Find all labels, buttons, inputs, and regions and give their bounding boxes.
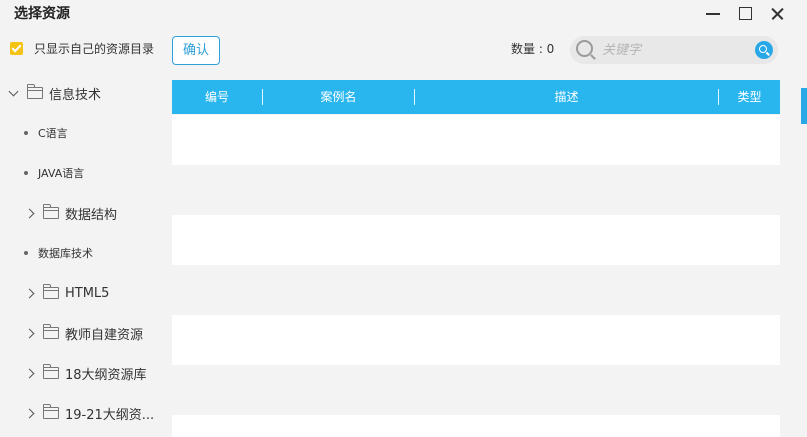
column-header-description[interactable]: 描述 [415, 80, 718, 114]
bullet-icon [24, 131, 28, 135]
resource-count: 数量 : 0 [511, 42, 555, 56]
tree-item-teacher-resources[interactable]: 教师自建资源 [24, 323, 144, 343]
folder-icon [42, 404, 59, 419]
search-box [570, 36, 778, 64]
minimize-icon[interactable] [696, 0, 730, 28]
tree-item-label: C语言 [38, 127, 68, 140]
tree-item-label: 信息技术 [49, 87, 102, 103]
chevron-right-icon[interactable] [24, 208, 35, 218]
chevron-right-icon[interactable] [24, 288, 35, 298]
tree-item-html5[interactable]: HTML5 [24, 283, 110, 303]
tree-item-label: 19-21大纲资... [65, 407, 155, 423]
bullet-icon [24, 171, 28, 175]
chevron-right-icon[interactable] [24, 368, 35, 378]
close-icon[interactable] [760, 0, 794, 28]
search-button-icon[interactable] [755, 41, 773, 59]
folder-icon [26, 84, 43, 99]
table-row [172, 115, 780, 165]
bullet-icon [24, 251, 28, 255]
table-header: 编号 案例名 描述 类型 [172, 80, 780, 114]
tree-item-label: 数据库技术 [38, 247, 93, 260]
side-edge-tab[interactable] [801, 88, 807, 124]
tree-item-java-language[interactable]: JAVA语言 [24, 163, 84, 183]
tree-item-label: 18大纲资源库 [65, 367, 147, 383]
search-input[interactable] [602, 40, 742, 60]
tree-item-c-language[interactable]: C语言 [24, 123, 68, 143]
folder-icon [42, 204, 59, 219]
tree-item-label: 教师自建资源 [65, 327, 144, 343]
tree-item-database-tech[interactable]: 数据库技术 [24, 243, 93, 263]
tree-item-label: HTML5 [65, 285, 110, 301]
table-row [172, 315, 780, 365]
tree-item-19-21-syllabus[interactable]: 19-21大纲资... [24, 403, 155, 423]
folder-icon [42, 324, 59, 339]
dialog-title: 选择资源 [14, 6, 70, 22]
tree-item-18-syllabus-library[interactable]: 18大纲资源库 [24, 363, 147, 383]
own-resources-label: 只显示自己的资源目录 [34, 42, 155, 56]
chevron-right-icon[interactable] [24, 328, 35, 338]
chevron-down-icon[interactable] [8, 86, 19, 96]
table-row [172, 415, 780, 437]
table-row [172, 215, 780, 265]
folder-icon [42, 364, 59, 379]
confirm-button[interactable]: 确认 [172, 36, 220, 65]
column-header-type[interactable]: 类型 [719, 80, 780, 114]
tree-item-data-structures[interactable]: 数据结构 [24, 203, 118, 223]
tree-item-label: JAVA语言 [38, 167, 85, 180]
folder-icon [42, 284, 59, 299]
column-header-case-name[interactable]: 案例名 [263, 80, 414, 114]
chevron-right-icon[interactable] [24, 408, 35, 418]
column-header-id[interactable]: 编号 [172, 80, 262, 114]
search-icon [576, 40, 593, 57]
tree-item-label: 数据结构 [65, 207, 118, 223]
tree-item-info-tech[interactable]: 信息技术 [8, 83, 102, 103]
maximize-icon[interactable] [728, 0, 762, 28]
own-resources-checkbox[interactable] [10, 42, 23, 55]
